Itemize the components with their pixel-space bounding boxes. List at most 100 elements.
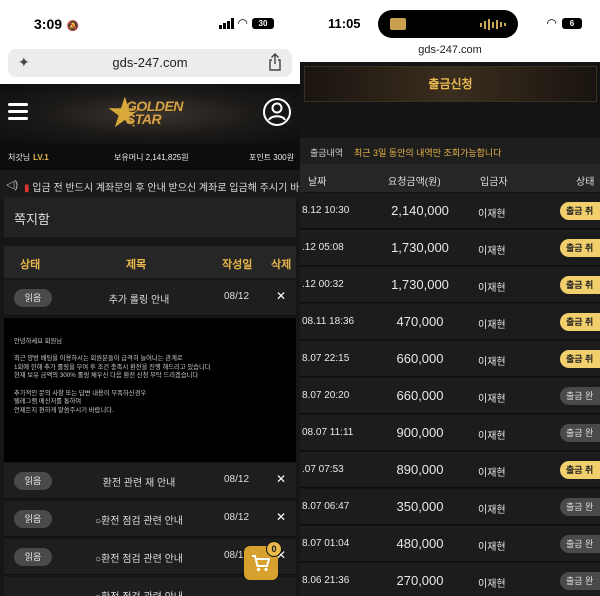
site-header: ★ GOLDEN STAR xyxy=(0,84,300,144)
table-row: 8.07 20:20 660,000 이재현 출금 완 xyxy=(300,378,600,414)
row-depositor: 이재현 xyxy=(478,468,506,479)
notice-ticker: ◁) ▮ 입금 전 반드시 계좌문의 후 안내 받으신 계좌로 입금해 주시기 … xyxy=(0,170,300,200)
message-date: 08/1 xyxy=(224,550,244,561)
row-amount: 1,730,000 xyxy=(391,277,449,292)
message-subject[interactable]: 환전 관련 재 안내 xyxy=(64,474,214,489)
status-badge: 출금 완 xyxy=(560,387,600,405)
user-icon[interactable] xyxy=(262,97,292,127)
audio-wave-icon xyxy=(480,19,506,30)
row-date: 8.07 06:47 xyxy=(302,501,350,512)
delete-icon[interactable]: ✕ xyxy=(276,472,286,486)
signal-icon xyxy=(218,17,234,29)
col-date: 작성일 xyxy=(222,259,253,271)
balance: 보유머니 2,141,825원 xyxy=(114,153,189,162)
status-badge[interactable]: 출금 취 xyxy=(560,313,600,331)
menu-icon[interactable] xyxy=(8,103,28,121)
status-badge: 출금 완 xyxy=(560,424,600,442)
points: 포인트 300원 xyxy=(248,153,294,162)
row-date: .12 00:32 xyxy=(302,279,344,290)
table-row: 8.12 10:30 2,140,000 이재현 출금 취 xyxy=(300,193,600,229)
ticker-text: 입금 전 반드시 계좌문의 후 안내 받으신 계좌로 입금해 주시기 바랍니 xyxy=(32,183,300,194)
message-content: 안녕하세요 회원님 최근 양방 배팅을 이용하시는 회원분들이 급격히 늘어나는… xyxy=(4,318,296,462)
table-row: .12 00:32 1,730,000 이재현 출금 취 xyxy=(300,267,600,303)
row-date: .07 07:53 xyxy=(302,464,344,475)
message-subject[interactable]: ○환전 점검 관련 안내 xyxy=(64,588,214,596)
row-depositor: 이재현 xyxy=(478,283,506,294)
wifi-icon: ◠ xyxy=(546,16,557,30)
row-date: 8.07 20:20 xyxy=(302,390,350,401)
row-date: 08.11 18:36 xyxy=(302,316,355,327)
cart-count-badge: 0 xyxy=(266,541,282,557)
col-status: 상태 xyxy=(20,259,41,271)
row-depositor: 이재현 xyxy=(478,431,506,442)
status-badge[interactable]: 출금 취 xyxy=(560,350,600,368)
status-badge[interactable]: 출금 취 xyxy=(560,202,600,220)
row-amount: 1,730,000 xyxy=(391,240,449,255)
col-date: 날짜 xyxy=(308,177,327,188)
read-badge: 읽음 xyxy=(14,548,52,566)
status-time: 3:09 🔕 xyxy=(34,16,80,32)
share-icon[interactable] xyxy=(268,53,282,71)
status-badge[interactable]: 출금 취 xyxy=(560,461,600,479)
col-status: 상태 xyxy=(576,177,595,188)
row-amount: 660,000 xyxy=(396,388,444,403)
message-date: 08/12 xyxy=(224,512,250,523)
row-amount: 470,000 xyxy=(396,314,444,329)
row-amount: 350,000 xyxy=(396,499,444,514)
status-badge[interactable]: 출금 취 xyxy=(560,276,600,294)
row-date: .12 05:08 xyxy=(302,242,344,253)
wifi-icon: ◠ xyxy=(237,16,248,30)
row-depositor: 이재현 xyxy=(478,579,506,590)
table-row: 8.06 21:36 270,000 이재현 출금 완 xyxy=(300,563,600,596)
history-bar: 출금내역 최근 3일 동안의 내역만 조회가능합니다 xyxy=(300,138,600,164)
status-badge: 출금 완 xyxy=(560,535,600,553)
logo-text: GOLDEN STAR xyxy=(126,98,183,127)
status-bar: 3:09 🔕 ◠ 30 xyxy=(0,0,300,44)
table-row: 8.07 06:47 350,000 이재현 출금 완 xyxy=(300,489,600,525)
message-subject[interactable]: 추가 롤링 안내 xyxy=(64,291,214,306)
row-date: 8.07 01:04 xyxy=(302,538,350,549)
left-phone-screen: 3:09 🔕 ◠ 30 ✦ gds-247.com ★ GOLDEN STAR … xyxy=(0,0,300,596)
page-title: 출금신청 xyxy=(304,66,597,102)
address-bar[interactable]: ✦ gds-247.com xyxy=(8,49,292,77)
read-badge: 읽음 xyxy=(14,510,52,528)
row-amount: 890,000 xyxy=(396,462,444,477)
mute-bell-icon: 🔕 xyxy=(64,21,80,32)
table-row[interactable]: 읽음 ○환전 점검 관련 안내 08/12 ✕ xyxy=(4,501,296,537)
status-icons: ◠ 30 xyxy=(218,16,274,30)
delete-icon[interactable]: ✕ xyxy=(276,289,286,303)
table-row[interactable]: 읽음 환전 관련 재 안내 08/12 ✕ xyxy=(4,463,296,499)
row-depositor: 이재현 xyxy=(478,246,506,257)
status-bar: 11:05 ◠ 6 xyxy=(300,0,600,38)
status-badge[interactable]: 출금 취 xyxy=(560,239,600,257)
battery-icon: 6 xyxy=(562,17,582,29)
row-depositor: 이재현 xyxy=(478,320,506,331)
read-badge: 읽음 xyxy=(14,472,52,490)
row-depositor: 이재현 xyxy=(478,357,506,368)
delete-icon[interactable]: ✕ xyxy=(276,510,286,524)
row-amount: 660,000 xyxy=(396,351,444,366)
url-text[interactable]: gds-247.com xyxy=(8,55,292,70)
status-time: 11:05 xyxy=(328,16,361,31)
table-row[interactable]: 읽음 추가 롤링 안내 08/12 ✕ xyxy=(4,280,296,316)
row-amount: 480,000 xyxy=(396,536,444,551)
col-delete: 삭제 xyxy=(271,259,292,271)
row-amount: 2,140,000 xyxy=(391,203,449,218)
level-badge: LV.1 xyxy=(33,153,49,162)
message-subject[interactable]: ○환전 점검 관련 안내 xyxy=(64,550,214,565)
status-icons: ◠ 6 xyxy=(547,16,582,30)
row-depositor: 이재현 xyxy=(478,209,506,220)
table-row: 8.07 22:15 660,000 이재현 출금 취 xyxy=(300,341,600,377)
site-logo[interactable]: ★ GOLDEN STAR xyxy=(104,90,200,138)
row-depositor: 이재현 xyxy=(478,542,506,553)
status-badge: 출금 완 xyxy=(560,572,600,590)
table-header: 상태 제목 작성일 삭제 xyxy=(4,246,296,278)
nickname: 처갓님 LV.1 xyxy=(8,153,49,162)
dynamic-island xyxy=(378,10,518,38)
speaker-icon: ◁) xyxy=(6,179,19,191)
table-row: 08.07 11:11 900,000 이재현 출금 완 xyxy=(300,415,600,451)
col-subject: 제목 xyxy=(126,259,147,271)
message-subject[interactable]: ○환전 점검 관련 안내 xyxy=(64,512,214,527)
url-text[interactable]: gds-247.com xyxy=(300,44,600,56)
row-amount: 900,000 xyxy=(396,425,444,440)
